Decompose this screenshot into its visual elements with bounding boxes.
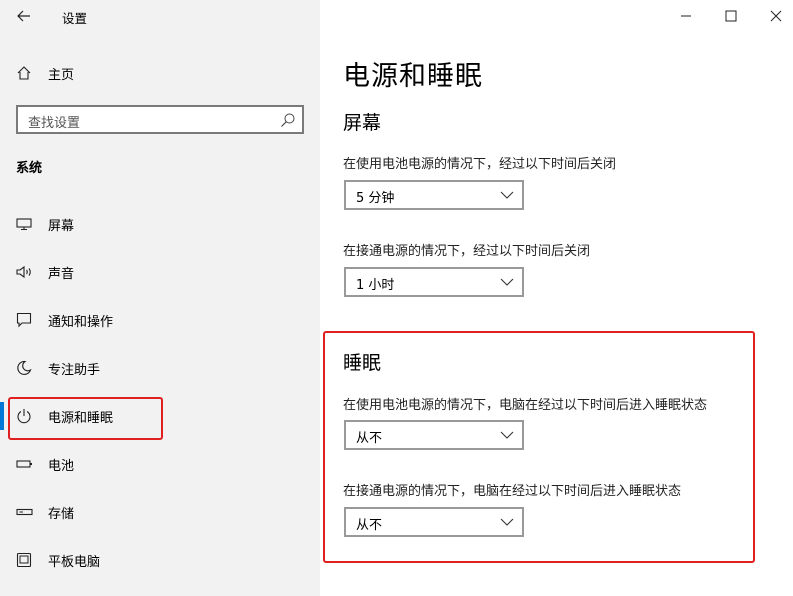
titlebar: 设置 (0, 0, 320, 32)
sidebar-item-label: 平板电脑 (48, 554, 101, 570)
storage-icon (12, 501, 38, 523)
screen-battery-label: 在使用电池电源的情况下，经过以下时间后关闭 (343, 157, 617, 172)
dropdown-value: 从不 (356, 518, 383, 533)
sidebar-group-title: 系统 (16, 161, 43, 176)
sidebar-item-label: 声音 (48, 266, 75, 282)
minimize-button[interactable] (671, 5, 701, 27)
sidebar-item-tablet[interactable]: 平板电脑 (12, 544, 312, 576)
sidebar: 设置 主页 查找设置 系统 屏幕 声音 通知和操作 专注助手 电源和睡眠 电池 … (0, 0, 320, 596)
sidebar-item-storage[interactable]: 存储 (12, 496, 312, 528)
section-title-screen: 屏幕 (343, 112, 382, 134)
notification-icon (12, 309, 38, 331)
screen-battery-dropdown[interactable]: 5 分钟 (344, 180, 524, 210)
sidebar-item-label: 主页 (48, 67, 75, 83)
home-icon (12, 62, 38, 84)
chevron-down-icon (500, 518, 514, 526)
sleep-battery-label: 在使用电池电源的情况下，电脑在经过以下时间后进入睡眠状态 (343, 398, 708, 413)
maximize-icon (725, 10, 737, 22)
sidebar-item-notifications[interactable]: 通知和操作 (12, 304, 312, 336)
sidebar-item-label: 屏幕 (48, 218, 75, 234)
screen-plugged-dropdown[interactable]: 1 小时 (344, 267, 524, 297)
sidebar-item-label: 存储 (48, 506, 75, 522)
minimize-icon (681, 15, 691, 17)
back-button[interactable] (10, 4, 38, 28)
sleep-plugged-dropdown[interactable]: 从不 (344, 507, 524, 537)
search-input[interactable]: 查找设置 (16, 105, 304, 134)
selected-indicator (0, 402, 4, 430)
sleep-plugged-label: 在接通电源的情况下，电脑在经过以下时间后进入睡眠状态 (343, 484, 682, 499)
monitor-icon (12, 213, 38, 235)
sidebar-item-focus-assist[interactable]: 专注助手 (12, 352, 312, 384)
search-icon[interactable] (280, 112, 296, 128)
close-button[interactable] (761, 5, 791, 27)
sidebar-item-label: 通知和操作 (48, 314, 114, 330)
back-arrow-icon (17, 10, 30, 22)
highlight-box-power-sleep (8, 397, 163, 440)
sleep-battery-dropdown[interactable]: 从不 (344, 420, 524, 450)
app-title: 设置 (62, 11, 88, 26)
dropdown-value: 1 小时 (356, 278, 395, 293)
close-icon (770, 10, 782, 22)
sidebar-item-label: 电池 (48, 458, 75, 474)
sidebar-item-display[interactable]: 屏幕 (12, 208, 312, 240)
chevron-down-icon (500, 278, 514, 286)
search-placeholder: 查找设置 (28, 116, 81, 131)
maximize-button[interactable] (716, 5, 746, 27)
sidebar-item-battery[interactable]: 电池 (12, 448, 312, 480)
tablet-icon (12, 549, 38, 571)
speaker-icon (12, 261, 38, 283)
moon-icon (12, 357, 38, 379)
dropdown-value: 从不 (356, 431, 383, 446)
sidebar-item-home[interactable]: 主页 (12, 58, 302, 88)
sidebar-item-sound[interactable]: 声音 (12, 256, 312, 288)
battery-icon (12, 453, 38, 475)
chevron-down-icon (500, 431, 514, 439)
page-title: 电源和睡眠 (343, 61, 483, 92)
section-title-sleep: 睡眠 (343, 352, 382, 374)
screen-plugged-label: 在接通电源的情况下，经过以下时间后关闭 (343, 244, 591, 259)
sidebar-item-label: 专注助手 (48, 362, 101, 378)
chevron-down-icon (500, 191, 514, 199)
dropdown-value: 5 分钟 (356, 191, 395, 206)
